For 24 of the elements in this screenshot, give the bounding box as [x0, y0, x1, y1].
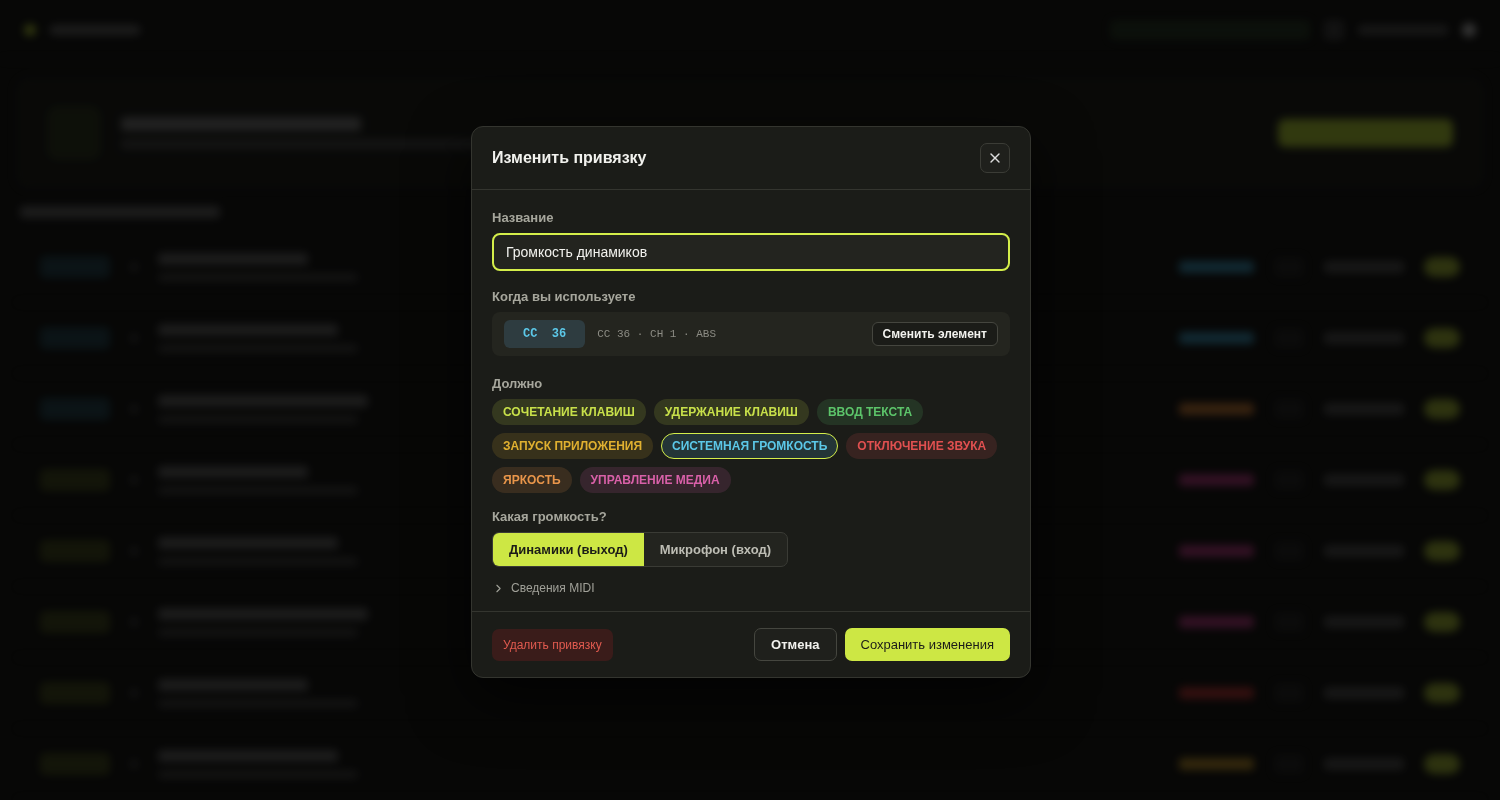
- action-chip[interactable]: ОТКЛЮЧЕНИЕ ЗВУКА: [846, 433, 998, 459]
- cancel-button[interactable]: Отмена: [754, 628, 837, 661]
- action-chip[interactable]: СОЧЕТАНИЕ КЛАВИШ: [492, 399, 646, 425]
- action-chip[interactable]: СИСТЕМНАЯ ГРОМКОСТЬ: [661, 433, 839, 459]
- midi-detail-text: CC 36 · CH 1 · ABS: [597, 328, 717, 340]
- volume-option[interactable]: Микрофон (вход): [643, 533, 788, 566]
- change-control-button[interactable]: Сменить элемент: [871, 322, 998, 346]
- field-label: Название: [492, 210, 555, 225]
- control-badge: CC 36: [504, 320, 586, 348]
- action-chip[interactable]: УПРАВЛЕНИЕ МЕДИА: [579, 467, 731, 493]
- action-chip[interactable]: УДЕРЖАНИЕ КЛАВИШ: [653, 399, 809, 425]
- save-button[interactable]: Сохранить изменения: [844, 628, 1010, 661]
- field-label: Должно: [492, 376, 544, 391]
- action-chip[interactable]: ЗАПУСК ПРИЛОЖЕНИЯ: [492, 433, 654, 459]
- midi-details-toggle[interactable]: Сведения MIDI: [492, 581, 595, 595]
- close-button[interactable]: [980, 143, 1010, 173]
- action-chip[interactable]: ЯРКОСТЬ: [492, 467, 572, 493]
- field-label: Когда вы используете: [492, 289, 637, 304]
- name-field[interactable]: Громкость динамиков: [492, 233, 1010, 271]
- delete-binding-button[interactable]: Удалить привязку: [492, 628, 613, 661]
- field-label: Какая громкость?: [492, 509, 608, 524]
- dialog-title: Изменить привязку: [492, 149, 647, 167]
- action-chip[interactable]: ВВОД ТЕКСТА: [816, 399, 924, 425]
- volume-option[interactable]: Динамики (выход): [493, 533, 644, 566]
